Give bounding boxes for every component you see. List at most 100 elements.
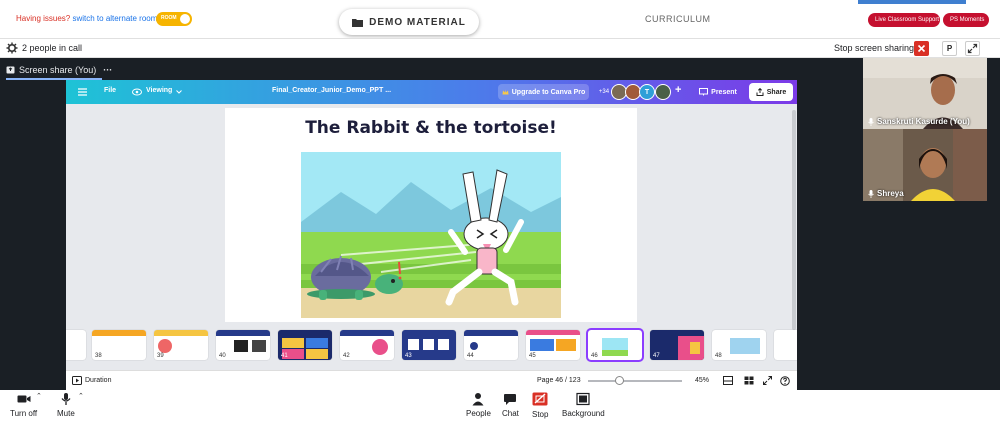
mic-label: Mute	[57, 409, 75, 418]
stop-share-button[interactable]: Stop	[532, 392, 548, 419]
toggle-knob	[180, 14, 190, 24]
fullscreen-button[interactable]	[965, 41, 980, 56]
accent-stripe	[858, 0, 966, 4]
chat-icon	[504, 394, 517, 405]
grid-view-icon[interactable]	[723, 376, 733, 385]
thumbnail-number: 41	[281, 353, 288, 359]
slide-thumbnail[interactable]: 43	[402, 330, 456, 360]
slide-thumbnail-partial[interactable]	[66, 330, 86, 360]
present-label: Present	[711, 88, 737, 96]
thumbnail-number: 38	[95, 353, 102, 359]
present-icon	[699, 88, 709, 96]
add-collaborator-button[interactable]: +	[675, 84, 681, 96]
slide-thumbnail[interactable]: 38	[92, 330, 146, 360]
present-button[interactable]: Present	[693, 84, 743, 100]
crown-icon	[502, 89, 509, 95]
background-button[interactable]: Background	[562, 392, 605, 418]
fullscreen-icon[interactable]	[763, 376, 772, 385]
mic-icon	[61, 393, 71, 405]
folder-icon	[352, 18, 364, 27]
call-info-bar: 2 people in call Stop screen sharing P	[0, 38, 1000, 58]
current-slide: The Rabbit & the tortoise!	[225, 108, 637, 322]
slide-thumbnail-partial[interactable]	[774, 330, 797, 360]
participant-name-tag: Shreya	[868, 189, 904, 198]
stop-label: Stop	[532, 410, 549, 419]
camera-label: Turn off	[10, 409, 38, 418]
stop-sharing-button[interactable]	[914, 41, 929, 56]
screen-share-label: Screen share (You)	[19, 65, 97, 75]
room-toggle[interactable]: ROOM	[156, 12, 192, 26]
upgrade-button[interactable]: Upgrade to Canva Pro	[498, 84, 589, 100]
share-button[interactable]: Share	[749, 83, 793, 101]
room-toggle-label: ROOM	[161, 15, 177, 21]
vertical-scrollbar[interactable]	[792, 110, 796, 330]
chevron-up-icon[interactable]: ⌃	[78, 392, 84, 400]
share-label: Share	[766, 88, 787, 96]
share-icon	[756, 88, 764, 96]
stop-share-icon	[532, 392, 548, 406]
expand-icon	[967, 43, 978, 54]
collaborator-avatar[interactable]: T	[639, 84, 655, 100]
top-bar: Having issues? switch to alternate room …	[0, 0, 1000, 38]
upgrade-label: Upgrade to Canva Pro	[511, 88, 586, 96]
duration-label[interactable]: Duration	[85, 377, 111, 384]
mic-button[interactable]: Mute	[57, 392, 75, 418]
thumbnail-number: 40	[219, 353, 226, 359]
ps-moments-button[interactable]: PS Moments	[943, 13, 989, 27]
mic-icon	[868, 117, 874, 126]
slide-thumbnail[interactable]: 42	[340, 330, 394, 360]
chat-label: Chat	[502, 409, 519, 418]
background-icon	[576, 392, 590, 406]
slide-thumbnails-strip: 38 39 40 41 42 43 44 45 46 47 48	[66, 328, 797, 368]
ps-moments-label: PS Moments	[950, 17, 985, 23]
curriculum-tab[interactable]: CURRICULUM	[645, 14, 711, 24]
thumbnail-number: 43	[405, 353, 412, 359]
zoom-slider-handle[interactable]	[614, 376, 624, 385]
slide-thumbnail[interactable]: 47	[650, 330, 704, 360]
demo-material-button[interactable]: DEMO MATERIAL	[339, 9, 479, 35]
slide-thumbnail[interactable]: 39	[154, 330, 208, 360]
slide-thumbnail[interactable]: 44	[464, 330, 518, 360]
participant-tile[interactable]: Shreya	[863, 129, 987, 201]
thumbnails-view-icon[interactable]	[744, 376, 754, 385]
menu-icon[interactable]	[78, 88, 87, 96]
thumbnail-number: 48	[715, 353, 722, 359]
screen-share-tab[interactable]: Screen share (You) ···	[6, 62, 112, 78]
help-icon[interactable]	[780, 376, 790, 386]
duration-icon[interactable]	[72, 376, 82, 385]
file-menu[interactable]: File	[104, 87, 116, 94]
chat-button[interactable]: Chat	[502, 392, 519, 418]
thumbnail-number: 45	[529, 353, 536, 359]
alternate-room-link[interactable]: switch to alternate room	[72, 14, 157, 23]
live-support-button[interactable]: Live Classroom Support	[868, 13, 940, 27]
thumbnail-number: 46	[591, 353, 598, 359]
document-title[interactable]: Final_Creator_Junior_Demo_PPT ...	[272, 87, 391, 94]
slide-thumbnail[interactable]: 41	[278, 330, 332, 360]
zoom-slider[interactable]	[588, 380, 682, 382]
rabbit-tortoise-illustration	[301, 152, 561, 318]
collaborator-avatar[interactable]	[655, 84, 671, 100]
slide-thumbnail[interactable]: 40	[216, 330, 270, 360]
chevron-down-icon	[176, 90, 182, 94]
eye-icon	[132, 88, 142, 96]
slide-thumbnail[interactable]: 48	[712, 330, 766, 360]
more-options-icon[interactable]: ···	[103, 65, 112, 75]
page-indicator: Page 46 / 123	[537, 377, 581, 384]
pin-button[interactable]: P	[942, 41, 957, 56]
slide-title: The Rabbit & the tortoise!	[305, 118, 557, 138]
collaborator-count[interactable]: +34	[596, 84, 612, 100]
people-button[interactable]: People	[466, 392, 491, 418]
camera-button[interactable]: Turn off	[10, 392, 37, 418]
stop-sharing-label: Stop screen sharing	[834, 43, 915, 53]
participant-tile[interactable]: Sanskruti Kasurde (You)	[863, 58, 987, 129]
gear-icon[interactable]	[6, 42, 18, 54]
person-icon	[472, 393, 484, 406]
slide-thumbnail[interactable]: 45	[526, 330, 580, 360]
zoom-level: 45%	[695, 377, 710, 384]
issues-message: Having issues? switch to alternate room	[16, 14, 157, 23]
slide-thumbnail-selected[interactable]: 46	[586, 328, 644, 362]
mic-icon	[868, 189, 874, 198]
chevron-up-icon[interactable]: ⌃	[36, 392, 42, 400]
participant-name: Shreya	[877, 189, 904, 198]
viewing-menu[interactable]: Viewing	[146, 87, 172, 94]
